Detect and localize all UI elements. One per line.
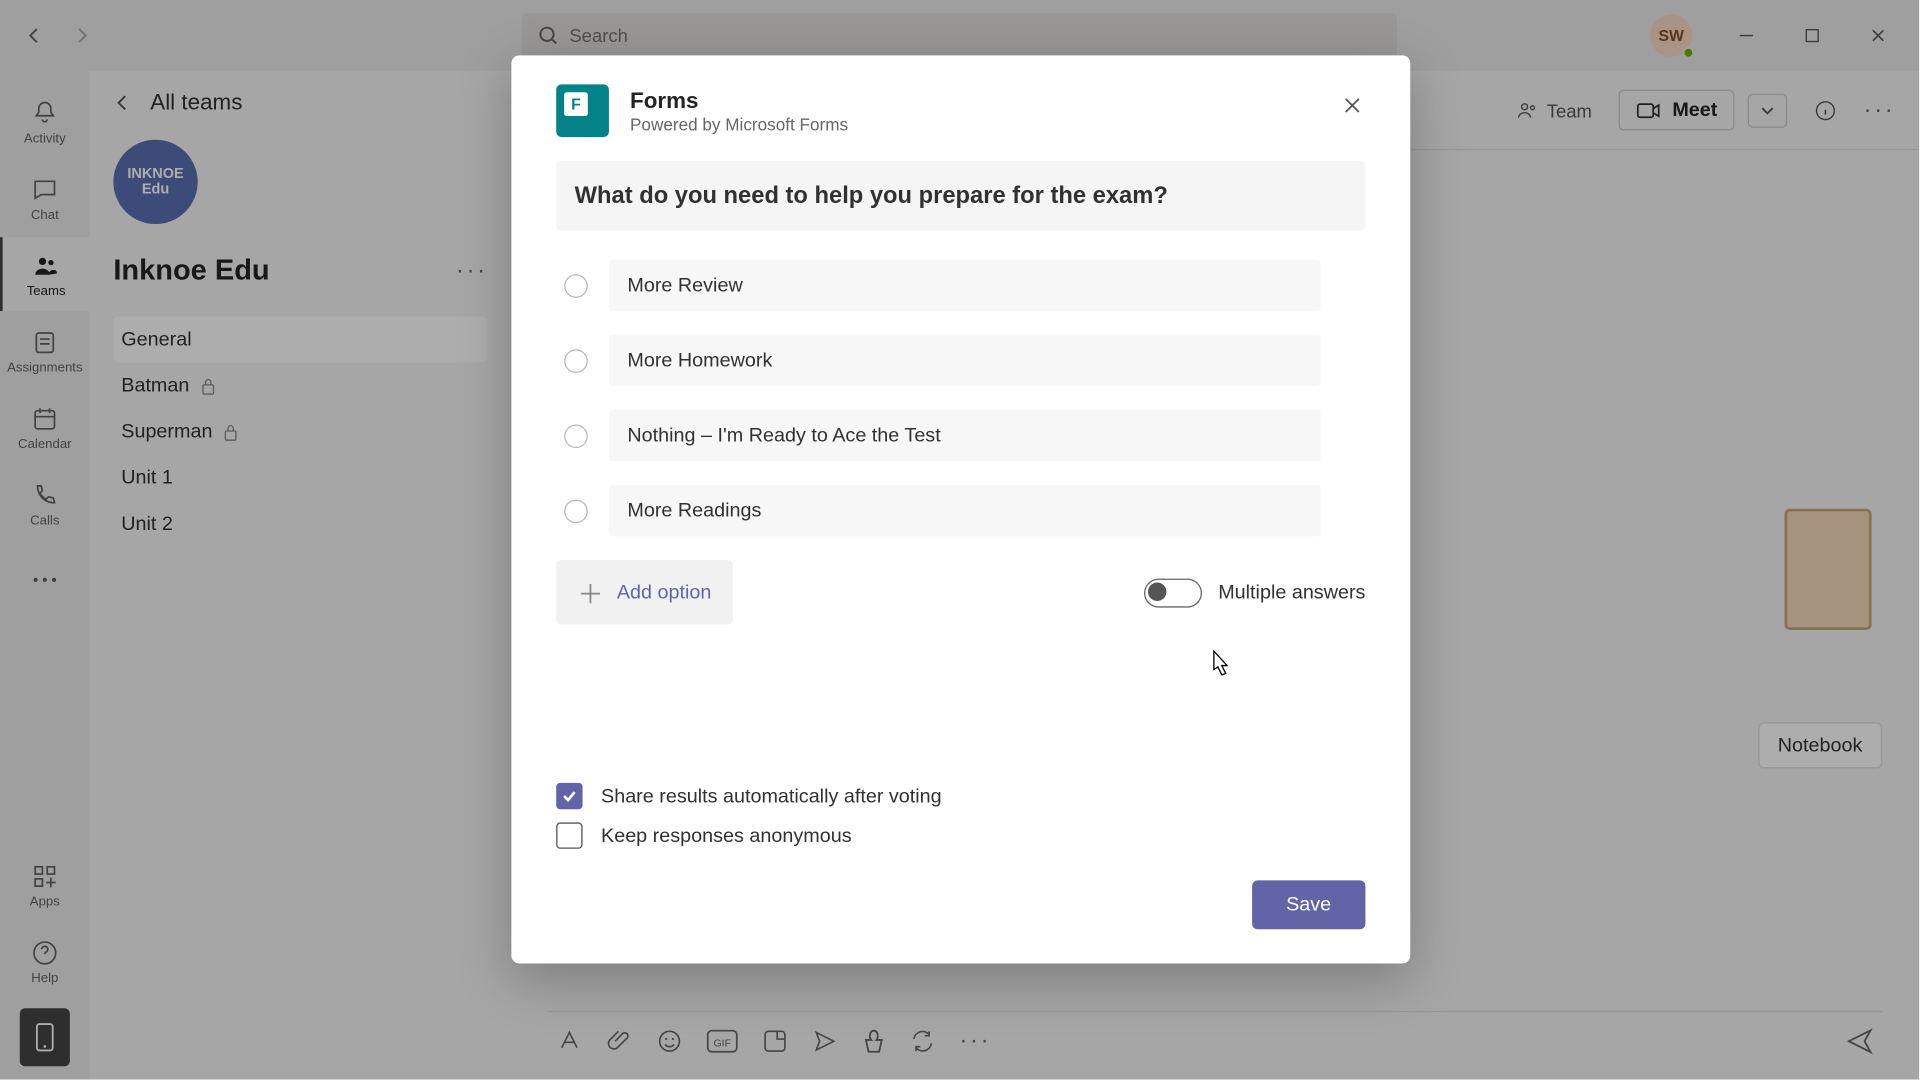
option-input[interactable]: More Homework xyxy=(609,335,1321,386)
option-radio[interactable] xyxy=(564,424,588,448)
keep-anonymous-label: Keep responses anonymous xyxy=(601,824,852,846)
option-radio[interactable] xyxy=(564,349,588,373)
add-option-button[interactable]: ＋ Add option xyxy=(556,560,732,625)
multiple-answers-label: Multiple answers xyxy=(1218,581,1365,603)
modal-title: Forms xyxy=(630,88,848,114)
option-radio[interactable] xyxy=(564,499,588,523)
cursor-icon xyxy=(1203,648,1232,682)
multiple-answers-toggle[interactable] xyxy=(1144,578,1202,607)
forms-logo-icon xyxy=(556,84,609,137)
keep-anonymous-checkbox[interactable] xyxy=(556,822,582,848)
add-option-label: Add option xyxy=(617,581,712,603)
modal-close-button[interactable] xyxy=(1331,84,1373,126)
option-input[interactable]: More Readings xyxy=(609,485,1321,536)
share-results-label: Share results automatically after voting xyxy=(601,785,942,807)
modal-subtitle: Powered by Microsoft Forms xyxy=(630,114,848,134)
forms-modal: Forms Powered by Microsoft Forms What do… xyxy=(511,55,1410,963)
save-button[interactable]: Save xyxy=(1252,880,1366,929)
check-icon xyxy=(560,787,578,805)
poll-question-input[interactable]: What do you need to help you prepare for… xyxy=(556,161,1365,231)
option-radio[interactable] xyxy=(564,273,588,297)
option-input[interactable]: Nothing – I'm Ready to Ace the Test xyxy=(609,410,1321,461)
share-results-checkbox[interactable] xyxy=(556,783,582,809)
option-input[interactable]: More Review xyxy=(609,260,1321,311)
plus-icon: ＋ xyxy=(577,573,603,611)
close-icon xyxy=(1342,95,1363,116)
